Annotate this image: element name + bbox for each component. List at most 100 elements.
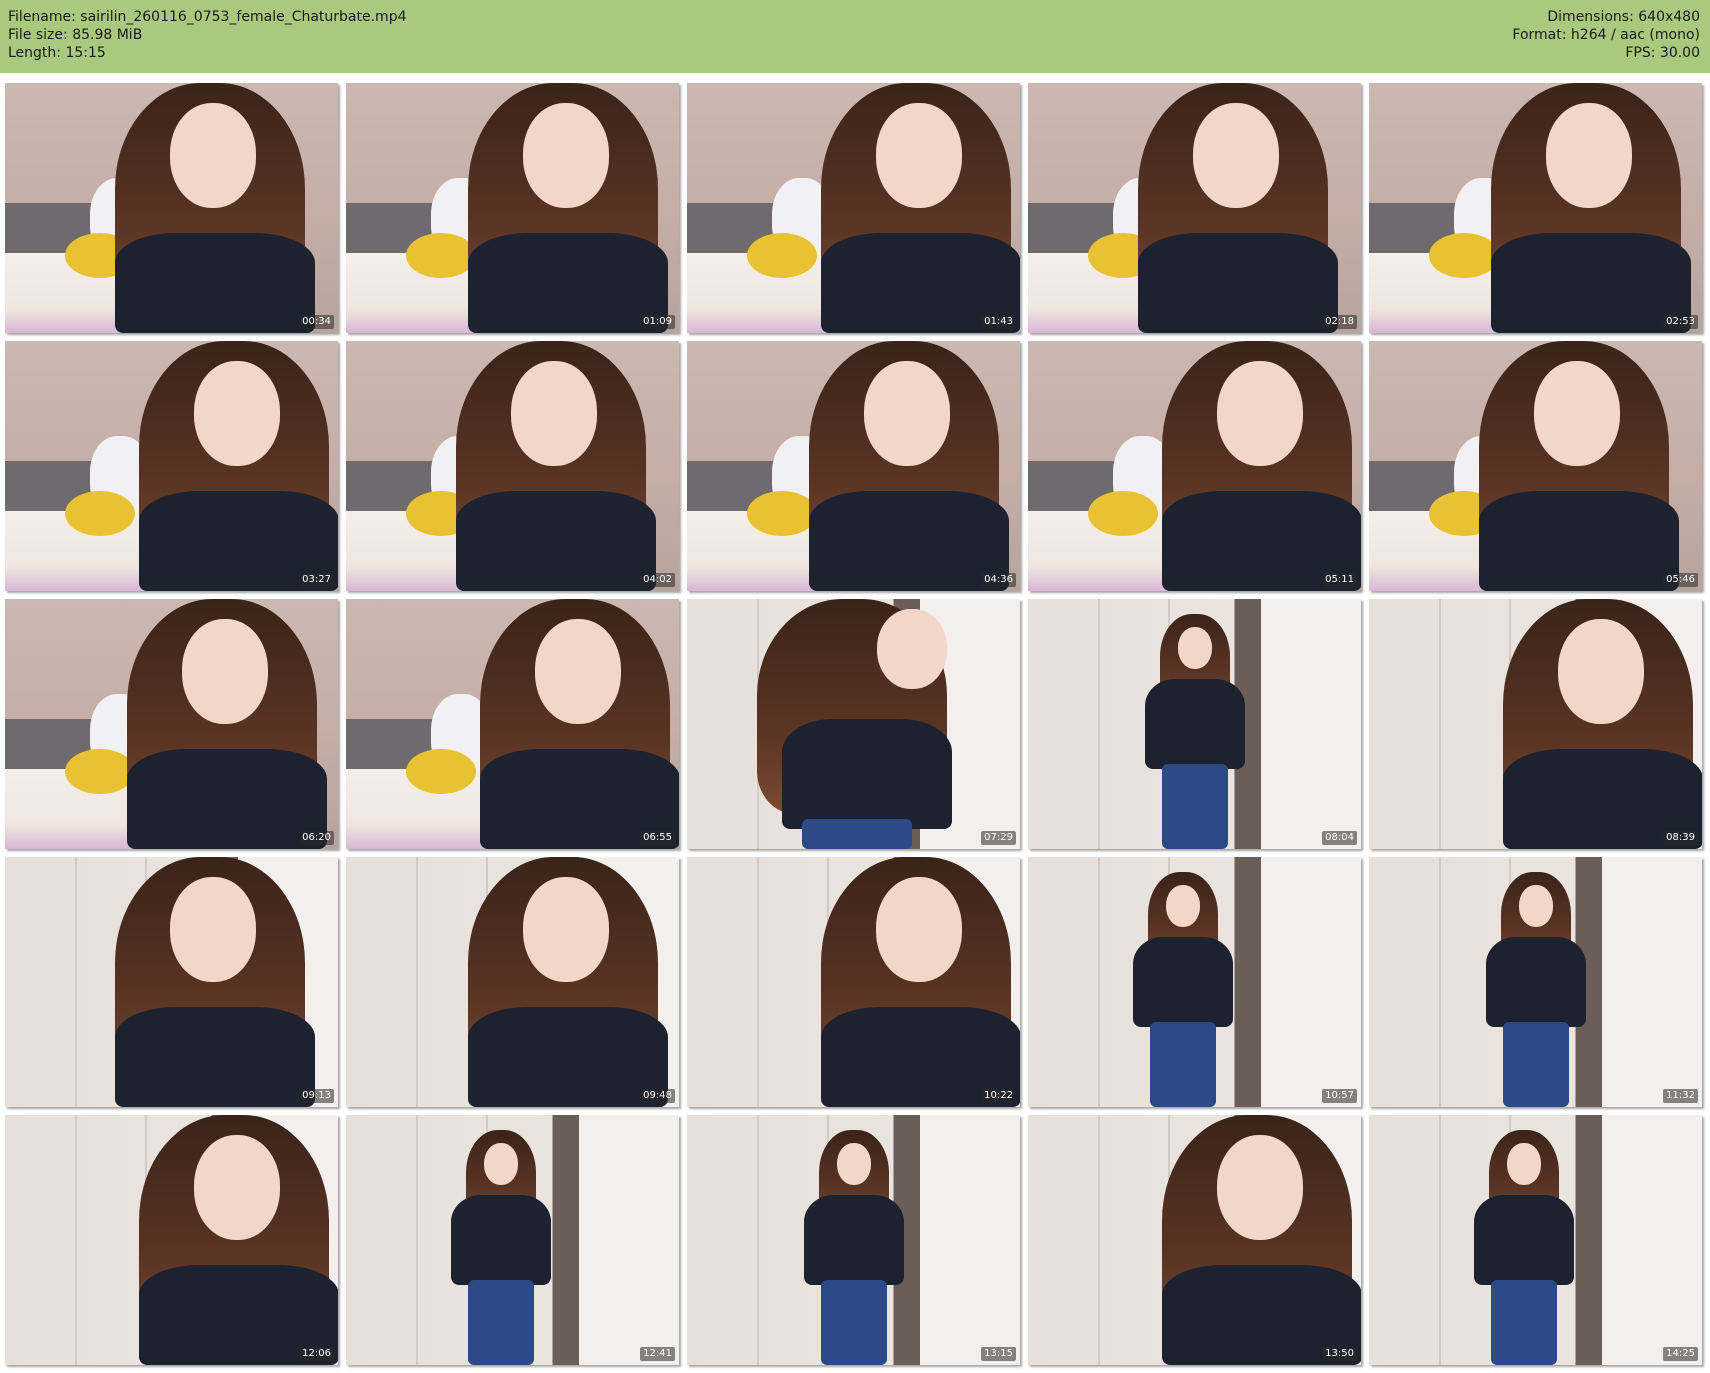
video-thumbnail[interactable]: 02:53	[1369, 83, 1702, 333]
video-thumbnail[interactable]: 06:20	[5, 599, 338, 849]
video-thumbnail[interactable]: 14:25	[1369, 1115, 1702, 1365]
face	[523, 877, 609, 982]
shirt	[456, 491, 656, 591]
face	[1217, 361, 1303, 466]
wardrobe-seam	[75, 857, 77, 1107]
face	[170, 877, 256, 982]
yellow-plush	[747, 233, 817, 278]
yellow-plush	[65, 491, 135, 536]
face	[523, 103, 609, 208]
timestamp-label: 02:53	[1663, 315, 1698, 329]
timestamp-label: 01:43	[981, 315, 1016, 329]
video-thumbnail[interactable]: 05:11	[1028, 341, 1361, 591]
wardrobe-seam	[1098, 599, 1100, 849]
face	[1217, 1135, 1303, 1240]
face	[484, 1143, 518, 1185]
video-thumbnail[interactable]: 03:27	[5, 341, 338, 591]
shirt	[1479, 491, 1679, 591]
video-thumbnail[interactable]: 09:48	[346, 857, 679, 1107]
shirt	[127, 749, 327, 849]
video-thumbnail[interactable]: 11:32	[1369, 857, 1702, 1107]
video-thumbnail[interactable]: 10:57	[1028, 857, 1361, 1107]
face	[864, 361, 950, 466]
timestamp-label: 12:41	[640, 1347, 675, 1361]
timestamp-label: 07:29	[981, 831, 1016, 845]
shirt	[1474, 1195, 1574, 1285]
length-text: Length: 15:15	[8, 45, 106, 61]
yellow-plush	[747, 491, 817, 536]
timestamp-label: 13:15	[981, 1347, 1016, 1361]
face	[1193, 103, 1279, 208]
format-text: Format: h264 / aac (mono)	[1512, 27, 1700, 43]
video-thumbnail[interactable]: 12:41	[346, 1115, 679, 1365]
video-thumbnail[interactable]: 09:13	[5, 857, 338, 1107]
shirt	[809, 491, 1009, 591]
shirt	[1491, 233, 1691, 333]
fps-text: FPS: 30.00	[1625, 45, 1700, 61]
wardrobe-seam	[757, 1115, 759, 1365]
shirt	[804, 1195, 904, 1285]
timestamp-label: 05:46	[1663, 573, 1698, 587]
video-thumbnail[interactable]: 07:29	[687, 599, 1020, 849]
filename-text: Filename: sairilin_260116_0753_female_Ch…	[8, 9, 407, 25]
timestamp-label: 10:57	[1322, 1089, 1357, 1103]
shirt	[1138, 233, 1338, 333]
timestamp-label: 04:02	[640, 573, 675, 587]
yellow-plush	[406, 749, 476, 794]
face	[194, 361, 280, 466]
video-thumbnail[interactable]: 13:15	[687, 1115, 1020, 1365]
face	[1534, 361, 1620, 466]
timestamp-label: 04:36	[981, 573, 1016, 587]
timestamp-label: 14:25	[1663, 1347, 1698, 1361]
face	[1546, 103, 1632, 208]
face	[170, 103, 256, 208]
face	[535, 619, 621, 724]
face	[511, 361, 597, 466]
timestamp-label: 05:11	[1322, 573, 1357, 587]
shirt	[468, 233, 668, 333]
video-thumbnail[interactable]: 01:43	[687, 83, 1020, 333]
timestamp-label: 06:20	[299, 831, 334, 845]
video-thumbnail[interactable]: 05:46	[1369, 341, 1702, 591]
shirt	[115, 1007, 315, 1107]
face	[182, 619, 268, 724]
timestamp-label: 09:13	[299, 1089, 334, 1103]
face	[876, 103, 962, 208]
filesize-text: File size: 85.98 MiB	[8, 27, 143, 43]
video-thumbnail[interactable]: 08:39	[1369, 599, 1702, 849]
video-thumbnail[interactable]: 12:06	[5, 1115, 338, 1365]
face	[194, 1135, 280, 1240]
shirt	[1133, 937, 1233, 1027]
wardrobe-seam	[75, 1115, 77, 1365]
video-thumbnail[interactable]: 01:09	[346, 83, 679, 333]
jeans	[821, 1280, 887, 1365]
face	[1166, 885, 1200, 927]
wardrobe-seam	[416, 857, 418, 1107]
video-thumbnail[interactable]: 10:22	[687, 857, 1020, 1107]
face	[877, 609, 947, 689]
jeans	[1491, 1280, 1557, 1365]
yellow-plush	[1088, 491, 1158, 536]
shirt	[115, 233, 315, 333]
info-header: Filename: sairilin_260116_0753_female_Ch…	[0, 0, 1710, 73]
timestamp-label: 02:18	[1322, 315, 1357, 329]
video-thumbnail[interactable]: 00:34	[5, 83, 338, 333]
video-thumbnail[interactable]: 13:50	[1028, 1115, 1361, 1365]
timestamp-label: 01:09	[640, 315, 675, 329]
shirt	[1145, 679, 1245, 769]
shirt	[451, 1195, 551, 1285]
wardrobe-seam	[1098, 1115, 1100, 1365]
yellow-plush	[1429, 233, 1499, 278]
video-thumbnail[interactable]: 06:55	[346, 599, 679, 849]
wardrobe-seam	[1439, 1115, 1441, 1365]
video-info: Dimensions: 640x480 Format: h264 / aac (…	[1512, 8, 1700, 62]
face	[1178, 627, 1212, 669]
video-thumbnail[interactable]: 02:18	[1028, 83, 1361, 333]
video-thumbnail[interactable]: 04:36	[687, 341, 1020, 591]
timestamp-label: 03:27	[299, 573, 334, 587]
wardrobe-seam	[416, 1115, 418, 1365]
video-thumbnail[interactable]: 04:02	[346, 341, 679, 591]
video-thumbnail[interactable]: 08:04	[1028, 599, 1361, 849]
face	[837, 1143, 871, 1185]
shirt	[468, 1007, 668, 1107]
